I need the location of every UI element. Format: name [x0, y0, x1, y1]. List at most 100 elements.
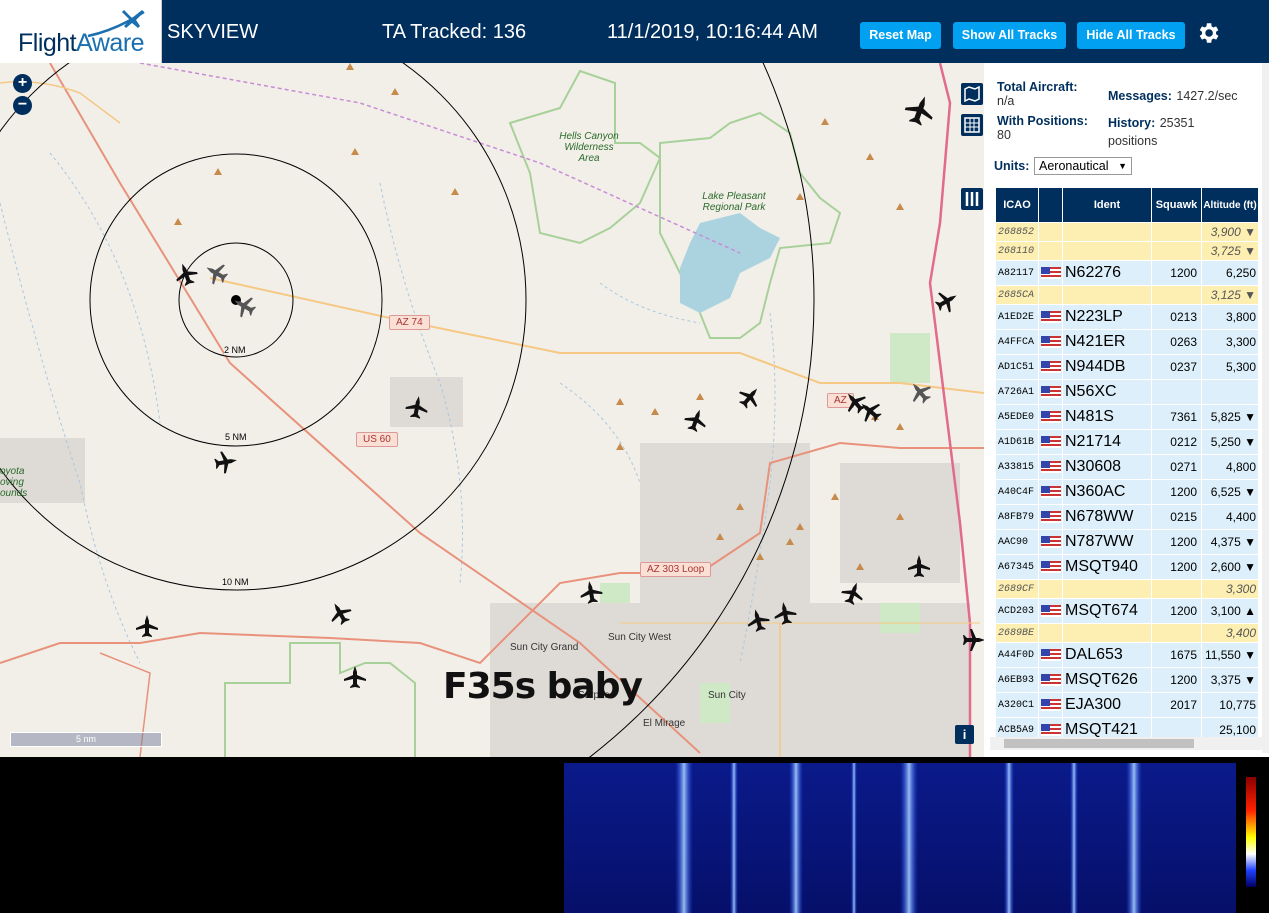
- cell-squawk: 1200: [1152, 480, 1201, 504]
- table-row[interactable]: 268110 3,725 ▼: [996, 242, 1258, 260]
- column-header-icao[interactable]: ICAO: [996, 188, 1038, 222]
- table-row[interactable]: A8FB79 N678WW 0215 4,400: [996, 505, 1258, 529]
- map-grid-button[interactable]: [961, 114, 983, 136]
- aircraft-marker[interactable]: [171, 259, 201, 289]
- cell-icao: A6EB93: [996, 668, 1038, 692]
- cell-squawk: 0213: [1152, 305, 1201, 329]
- cell-ident: N360AC: [1063, 480, 1151, 504]
- zoom-out-button[interactable]: −: [13, 96, 32, 115]
- cell-altitude: 3,100 ▲: [1202, 599, 1258, 623]
- aircraft-marker[interactable]: [404, 394, 430, 420]
- cell-ident: N678WW: [1063, 505, 1151, 529]
- scrollbar-thumb[interactable]: [1004, 739, 1194, 748]
- table-row[interactable]: 2685CA 3,125 ▼: [996, 286, 1258, 304]
- us-flag-icon: [1040, 267, 1061, 280]
- map-view[interactable]: 2 NM 5 NM 10 NM AZ 74 US 60 AZ 303 Loop …: [0, 63, 984, 757]
- table-row[interactable]: A67345 MSQT940 1200 2,600 ▼: [996, 555, 1258, 579]
- table-row[interactable]: A1ED2E N223LP 0213 3,800: [996, 305, 1258, 329]
- toggle-columns-button[interactable]: [961, 188, 983, 210]
- cell-altitude: 3,375 ▼: [1202, 668, 1258, 692]
- cell-squawk: [1152, 380, 1201, 404]
- aircraft-marker[interactable]: [681, 405, 711, 435]
- zoom-in-button[interactable]: +: [13, 74, 32, 93]
- cell-ident: N481S: [1063, 405, 1151, 429]
- aircraft-marker-selected[interactable]: [200, 257, 232, 289]
- flightaware-logo[interactable]: FlightAware: [0, 0, 162, 63]
- aircraft-marker-selected[interactable]: [228, 290, 260, 322]
- table-row[interactable]: A320C1 EJA300 2017 10,775: [996, 693, 1258, 717]
- cell-ident: [1063, 223, 1151, 241]
- cell-ident: [1063, 242, 1151, 260]
- aircraft-marker[interactable]: [901, 91, 939, 129]
- vertical-scrollbar[interactable]: [1262, 63, 1269, 753]
- table-row[interactable]: ACD203 MSQT674 1200 3,100 ▲: [996, 599, 1258, 623]
- aircraft-marker-selected[interactable]: [904, 376, 936, 408]
- cell-flag: [1039, 455, 1062, 479]
- app-name: SKYVIEW: [167, 21, 259, 43]
- aircraft-marker[interactable]: [136, 615, 158, 637]
- cell-altitude: 3,400: [1202, 624, 1258, 642]
- gear-icon[interactable]: [1195, 20, 1221, 46]
- units-select[interactable]: Aeronautical ▼: [1034, 157, 1132, 175]
- cell-squawk: 2017: [1152, 693, 1201, 717]
- us-flag-icon: [1040, 461, 1061, 474]
- signal-band: [900, 763, 918, 913]
- cell-flag: [1039, 330, 1062, 354]
- table-row[interactable]: A33815 N30608 0271 4,800: [996, 455, 1258, 479]
- hide-all-tracks-button[interactable]: Hide All Tracks: [1077, 22, 1185, 49]
- cell-flag: [1039, 555, 1062, 579]
- aircraft-marker[interactable]: [734, 381, 766, 413]
- aircraft-marker[interactable]: [838, 578, 868, 608]
- aircraft-marker[interactable]: [344, 666, 366, 688]
- table-row[interactable]: A44F0D DAL653 1675 11,550 ▼: [996, 643, 1258, 667]
- units-label: Units:: [994, 159, 1030, 173]
- cell-icao: A4FFCA: [996, 330, 1038, 354]
- aircraft-marker[interactable]: [839, 386, 871, 418]
- info-button[interactable]: i: [955, 725, 974, 744]
- aircraft-table-body: 268852 3,900 ▼ 268110 3,725 ▼ A82117 N62276 12…: [996, 223, 1258, 742]
- horizontal-scrollbar[interactable]: [990, 737, 1262, 750]
- table-row[interactable]: A4FFCA N421ER 0263 3,300: [996, 330, 1258, 354]
- cell-ident: N944DB: [1063, 355, 1151, 379]
- table-row[interactable]: A82117 N62276 1200 6,250: [996, 261, 1258, 285]
- show-all-tracks-button[interactable]: Show All Tracks: [953, 22, 1066, 49]
- us-flag-icon: [1040, 649, 1061, 662]
- cell-squawk: 0271: [1152, 455, 1201, 479]
- column-header-altitude[interactable]: Altitude (ft): [1202, 188, 1258, 222]
- cell-icao: A44F0D: [996, 643, 1038, 667]
- column-header-flag[interactable]: [1039, 188, 1062, 222]
- table-row[interactable]: A726A1 N56XC: [996, 380, 1258, 404]
- cell-icao: AAC90: [996, 530, 1038, 554]
- aircraft-marker[interactable]: [744, 606, 772, 634]
- aircraft-marker[interactable]: [908, 555, 930, 577]
- signal-band: [851, 763, 857, 913]
- cell-flag: [1039, 286, 1062, 304]
- table-row[interactable]: AAC90 N787WW 1200 4,375 ▼: [996, 530, 1258, 554]
- table-row[interactable]: 2689CF 3,300: [996, 580, 1258, 598]
- reset-map-button[interactable]: Reset Map: [860, 22, 941, 49]
- map-layers-button[interactable]: [961, 83, 983, 105]
- table-row[interactable]: 2689BE 3,400: [996, 624, 1258, 642]
- aircraft-marker[interactable]: [324, 597, 356, 629]
- cell-altitude: 3,800: [1202, 305, 1258, 329]
- table-row[interactable]: A6EB93 MSQT626 1200 3,375 ▼: [996, 668, 1258, 692]
- table-row[interactable]: A40C4F N360AC 1200 6,525 ▼: [996, 480, 1258, 504]
- signal-band: [730, 763, 738, 913]
- aircraft-marker[interactable]: [931, 285, 963, 317]
- aircraft-marker[interactable]: [772, 600, 798, 626]
- column-header-ident[interactable]: Ident: [1063, 188, 1151, 222]
- aircraft-marker[interactable]: [213, 449, 239, 475]
- cell-ident: [1063, 286, 1151, 304]
- cell-altitude: 3,900 ▼: [1202, 223, 1258, 241]
- cell-flag: [1039, 242, 1062, 260]
- table-row[interactable]: 268852 3,900 ▼: [996, 223, 1258, 241]
- aircraft-marker[interactable]: [578, 579, 604, 605]
- column-header-squawk[interactable]: Squawk: [1152, 188, 1201, 222]
- cell-flag: [1039, 223, 1062, 241]
- table-row[interactable]: A1D61B N21714 0212 5,250 ▼: [996, 430, 1258, 454]
- aircraft-marker[interactable]: [963, 629, 984, 651]
- cell-squawk: 0263: [1152, 330, 1201, 354]
- table-row[interactable]: AD1C51 N944DB 0237 5,300: [996, 355, 1258, 379]
- table-row[interactable]: A5EDE0 N481S 7361 5,825 ▼: [996, 405, 1258, 429]
- cell-squawk: 1200: [1152, 555, 1201, 579]
